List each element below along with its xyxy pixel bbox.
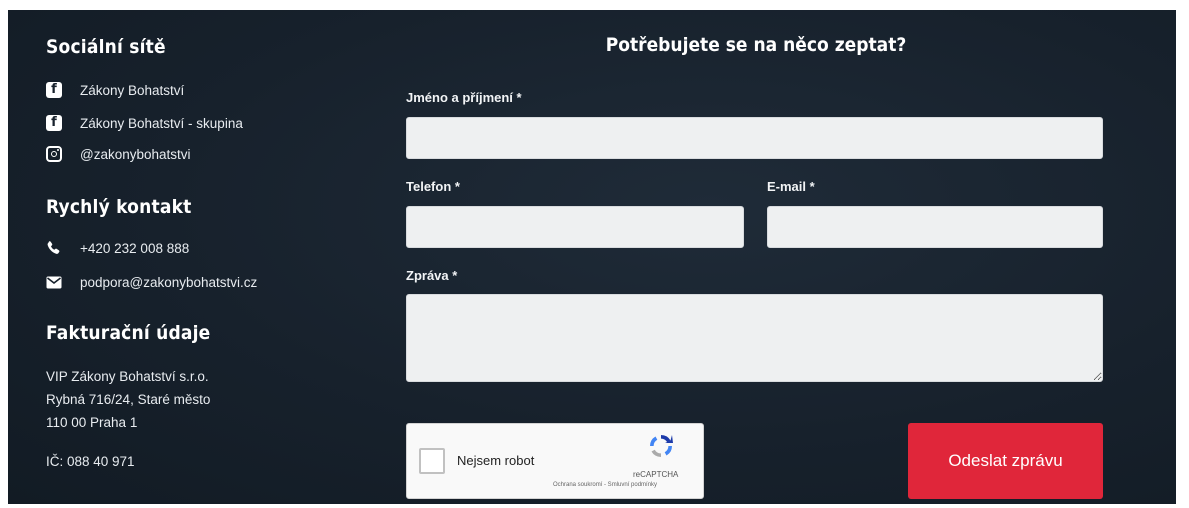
billing-city: 110 00 Praha 1 xyxy=(46,415,138,430)
social-heading: Sociální sítě xyxy=(46,36,166,58)
social-link-facebook[interactable]: f Zákony Bohatství xyxy=(46,82,184,98)
contact-section: Sociální sítě f Zákony Bohatství f Zákon… xyxy=(8,10,1176,504)
social-link-instagram[interactable]: @zakonybohatstvi xyxy=(46,146,191,162)
recaptcha-checkbox[interactable] xyxy=(419,448,445,474)
recaptcha-widget: Nejsem robot reCAPTCHA Ochrana soukromí … xyxy=(406,423,704,499)
email-label: E-mail * xyxy=(767,179,815,194)
form-title: Potřebujete se na něco zeptat? xyxy=(605,34,907,56)
contact-email[interactable]: podpora@zakonybohatstvi.cz xyxy=(46,274,257,290)
billing-company: VIP Zákony Bohatství s.r.o. xyxy=(46,369,209,384)
name-input[interactable] xyxy=(406,117,1103,159)
contact-phone[interactable]: +420 232 008 888 xyxy=(46,240,189,256)
social-link-label: Zákony Bohatství xyxy=(80,82,185,98)
recaptcha-label: Nejsem robot xyxy=(457,453,535,468)
billing-street: Rybná 716/24, Staré město xyxy=(46,392,211,407)
phone-input[interactable] xyxy=(406,206,744,248)
recaptcha-links[interactable]: Ochrana soukromí - Smluvní podmínky xyxy=(553,482,657,488)
phone-label: Telefon * xyxy=(406,179,460,194)
mail-icon xyxy=(46,274,62,290)
billing-ic: IČ: 088 40 971 xyxy=(46,454,135,469)
social-link-label: @zakonybohatstvi xyxy=(80,146,191,162)
billing-heading: Fakturační údaje xyxy=(46,322,211,344)
contact-email-label: podpora@zakonybohatstvi.cz xyxy=(80,274,258,290)
facebook-icon: f xyxy=(46,115,62,131)
email-input[interactable] xyxy=(767,206,1103,248)
phone-icon xyxy=(46,240,62,256)
contact-phone-label: +420 232 008 888 xyxy=(80,240,190,256)
recaptcha-logo-icon xyxy=(647,432,675,460)
facebook-icon: f xyxy=(46,82,62,98)
social-link-label: Zákony Bohatství - skupina xyxy=(80,115,243,131)
recaptcha-brand: reCAPTCHA xyxy=(633,470,679,479)
submit-button[interactable]: Odeslat zprávu xyxy=(908,423,1103,499)
social-link-facebook-group[interactable]: f Zákony Bohatství - skupina xyxy=(46,115,243,131)
name-label: Jméno a příjmení * xyxy=(406,90,522,105)
message-textarea[interactable] xyxy=(406,294,1103,382)
contact-heading: Rychlý kontakt xyxy=(46,196,192,218)
instagram-icon xyxy=(46,146,62,162)
message-label: Zpráva * xyxy=(406,268,458,283)
